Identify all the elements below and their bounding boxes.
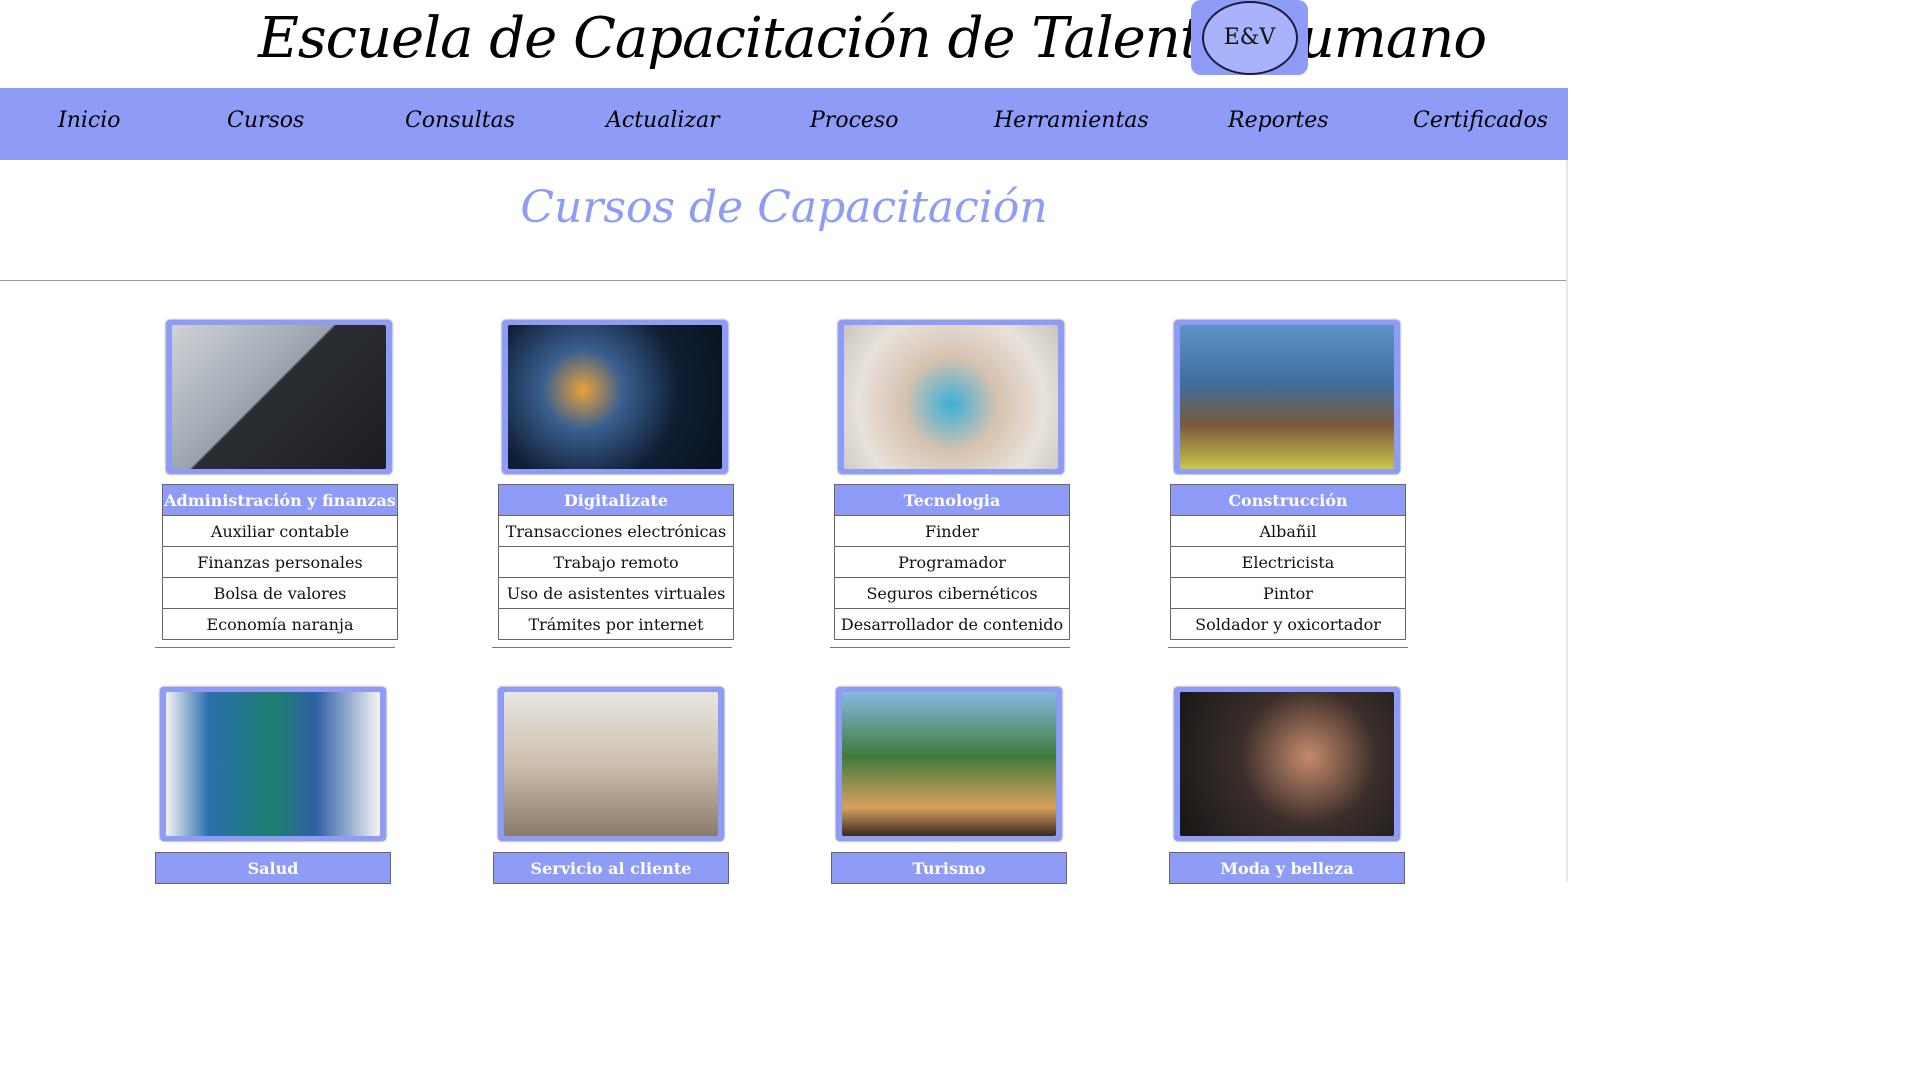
- main-nav: Inicio Cursos Consultas Actualizar Proce…: [0, 88, 1568, 160]
- divider: [155, 647, 395, 648]
- nav-item-actualizar[interactable]: Actualizar: [606, 108, 720, 133]
- category-table: Administración y finanzas Auxiliar conta…: [162, 484, 398, 640]
- course-image-tech[interactable]: [838, 320, 1064, 474]
- nav-item-herramientas[interactable]: Herramientas: [994, 108, 1149, 133]
- course-image-service[interactable]: [498, 687, 724, 841]
- category-title[interactable]: Servicio al cliente: [493, 852, 729, 884]
- category-table: Tecnologia Finder Programador Seguros ci…: [834, 484, 1070, 640]
- course-link[interactable]: Economía naranja: [162, 608, 398, 640]
- category-table: Salud: [155, 852, 391, 884]
- course-image-tourism[interactable]: [836, 687, 1062, 841]
- page-title: Cursos de Capacitación: [520, 182, 1048, 233]
- nav-item-proceso[interactable]: Proceso: [810, 108, 898, 133]
- logo-text: E&V: [1223, 25, 1276, 50]
- category-table: Turismo: [831, 852, 1067, 884]
- category-title[interactable]: Digitalizate: [498, 484, 734, 516]
- course-link[interactable]: Electricista: [1170, 546, 1406, 578]
- divider: [492, 647, 732, 648]
- category-title[interactable]: Administración y finanzas: [162, 484, 398, 516]
- category-table: Digitalizate Transacciones electrónicas …: [498, 484, 734, 640]
- divider: [830, 647, 1070, 648]
- course-link[interactable]: Seguros cibernéticos: [834, 577, 1070, 609]
- scrollbar[interactable]: [1566, 160, 1568, 882]
- course-link[interactable]: Soldador y oxicortador: [1170, 608, 1406, 640]
- course-link[interactable]: Finanzas personales: [162, 546, 398, 578]
- course-link[interactable]: Bolsa de valores: [162, 577, 398, 609]
- course-link[interactable]: Uso de asistentes virtuales: [498, 577, 734, 609]
- nav-item-consultas[interactable]: Consultas: [405, 108, 515, 133]
- course-link[interactable]: Programador: [834, 546, 1070, 578]
- category-table: Construcción Albañil Electricista Pintor…: [1170, 484, 1406, 640]
- logo-seal: E&V: [1201, 0, 1298, 75]
- course-link[interactable]: Desarrollador de contenido: [834, 608, 1070, 640]
- course-link[interactable]: Trabajo remoto: [498, 546, 734, 578]
- category-title[interactable]: Tecnologia: [834, 484, 1070, 516]
- nav-item-certificados[interactable]: Certificados: [1413, 108, 1548, 133]
- course-image-construction[interactable]: [1174, 320, 1400, 474]
- divider: [0, 280, 1568, 281]
- course-link[interactable]: Auxiliar contable: [162, 515, 398, 547]
- nav-item-cursos[interactable]: Cursos: [227, 108, 304, 133]
- course-link[interactable]: Pintor: [1170, 577, 1406, 609]
- category-table: Servicio al cliente: [493, 852, 729, 884]
- category-title[interactable]: Construcción: [1170, 484, 1406, 516]
- course-image-beauty[interactable]: [1174, 687, 1400, 841]
- course-link[interactable]: Trámites por internet: [498, 608, 734, 640]
- category-title[interactable]: Moda y belleza: [1169, 852, 1405, 884]
- nav-item-inicio[interactable]: Inicio: [58, 108, 121, 133]
- category-title[interactable]: Turismo: [831, 852, 1067, 884]
- course-link[interactable]: Albañil: [1170, 515, 1406, 547]
- course-image-digital[interactable]: [502, 320, 728, 474]
- category-table: Moda y belleza: [1169, 852, 1405, 884]
- site-header: Escuela de Capacitación de Talento Human…: [0, 0, 1568, 88]
- course-image-health[interactable]: [160, 687, 386, 841]
- divider: [1168, 647, 1408, 648]
- category-title[interactable]: Salud: [155, 852, 391, 884]
- nav-item-reportes[interactable]: Reportes: [1228, 108, 1329, 133]
- course-link[interactable]: Transacciones electrónicas: [498, 515, 734, 547]
- course-image-finance[interactable]: [166, 320, 392, 474]
- logo[interactable]: E&V: [1191, 0, 1308, 75]
- course-link[interactable]: Finder: [834, 515, 1070, 547]
